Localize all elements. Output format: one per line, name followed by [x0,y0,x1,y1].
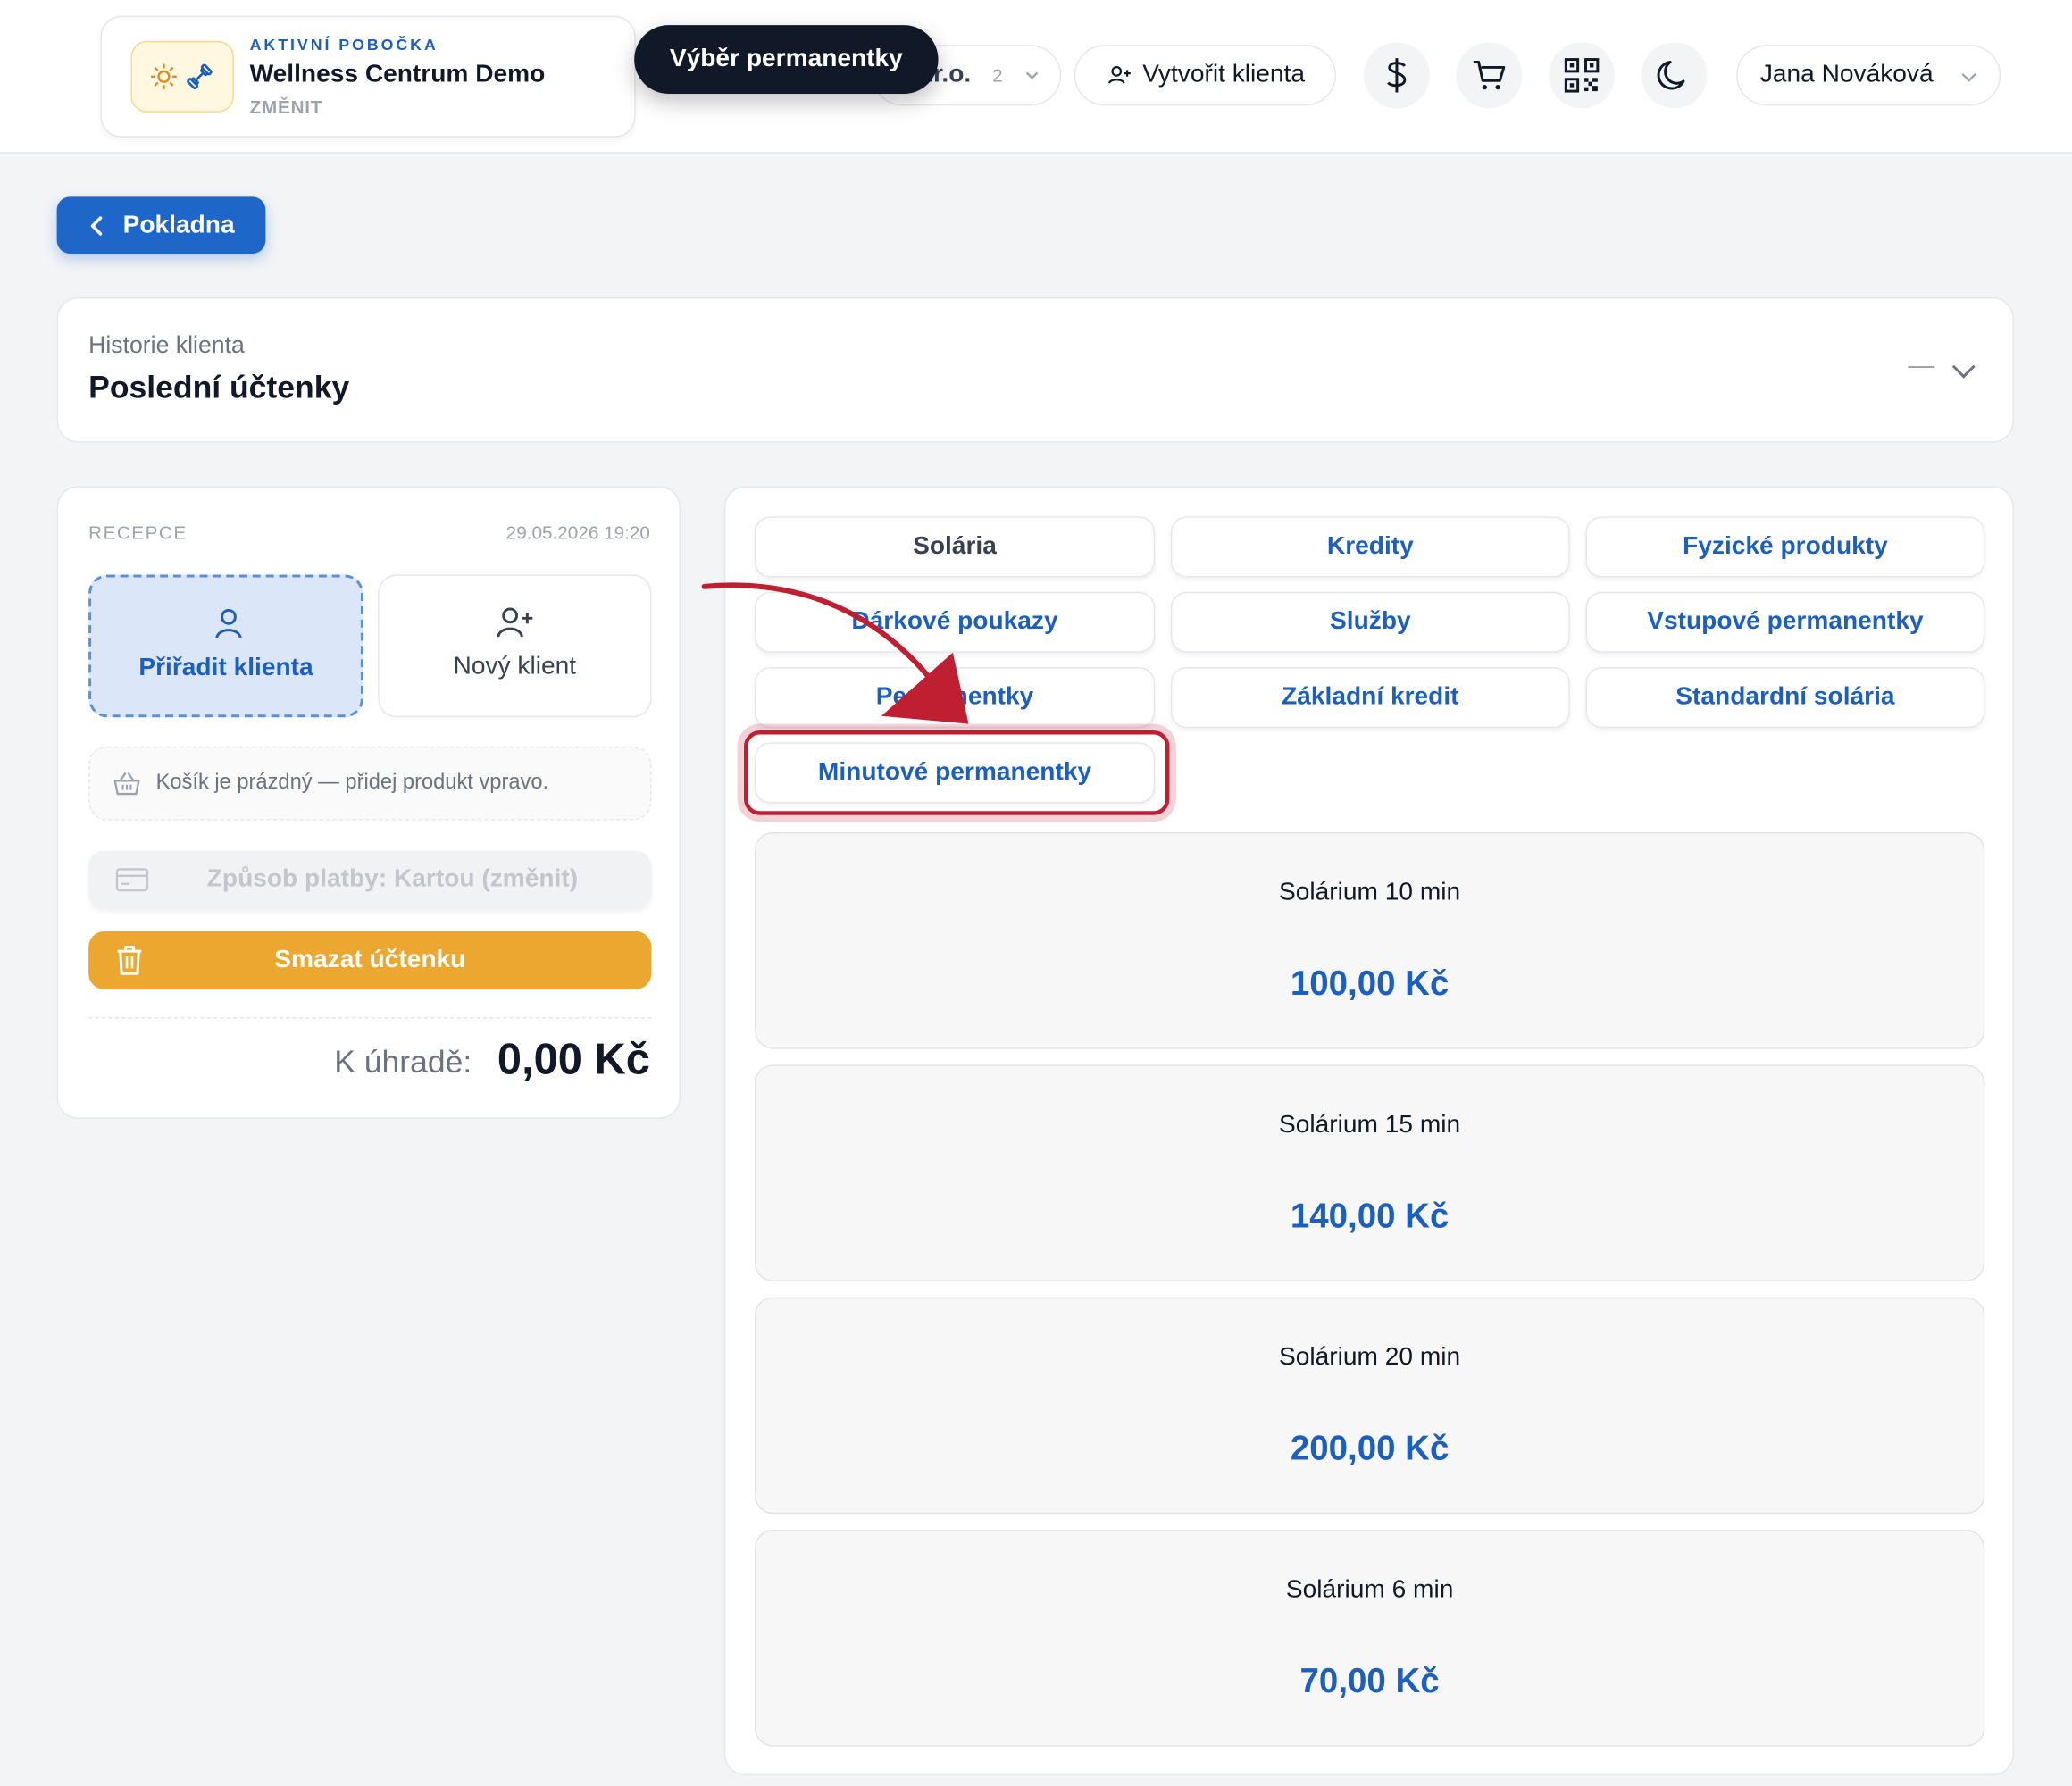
branch-change-link[interactable]: ZMĚNIT [250,96,323,118]
dollar-icon [1387,58,1407,93]
user-plus-icon [1107,66,1131,84]
product-card[interactable]: Solárium 15 min 140,00 Kč [754,1064,1985,1281]
payment-method-button[interactable]: Způsob platby: Kartou (změnit) [88,850,652,909]
currency-button[interactable] [1363,42,1430,109]
history-subtitle: Historie klienta [88,331,245,358]
assign-client-label: Přiřadit klienta [138,654,313,682]
company-count: 2 [992,64,1003,87]
total-value: 0,00 Kč [497,1034,650,1084]
product-name: Solárium 15 min [1279,1111,1461,1139]
tab-sluzby[interactable]: Služby [1170,591,1570,653]
chevron-down-icon[interactable] [1949,356,1978,386]
product-name: Solárium 10 min [1279,878,1461,906]
tab-solaria[interactable]: Solária [754,516,1156,578]
receipt-panel: RECEPCE 29.05.2026 19:20 Přiřadit klient… [56,486,681,1119]
cart-icon [1473,61,1506,90]
divider [88,1017,652,1019]
tab-minutove-permanentky[interactable]: Minutové permanentky [754,742,1156,804]
tab-permanentky[interactable]: Permanentky [754,667,1156,729]
product-price: 200,00 Kč [1290,1428,1450,1468]
delete-receipt-button[interactable]: Smazat účtenku [88,931,652,989]
dumbbell-icon [187,63,213,90]
tab-vstupove-permanentky[interactable]: Vstupové permanentky [1585,591,1985,653]
tab-zakladni-kredit[interactable]: Základní kredit [1170,667,1570,729]
back-button-label: Pokladna [122,210,235,239]
product-card[interactable]: Solárium 6 min 70,00 Kč [754,1530,1985,1747]
chevron-left-icon [90,215,103,235]
product-card[interactable]: Solárium 10 min 100,00 Kč [754,831,1985,1049]
theme-toggle-button[interactable] [1641,42,1708,109]
product-card[interactable]: Solárium 20 min 200,00 Kč [754,1297,1985,1515]
history-title: Poslední účtenky [88,370,350,406]
product-price: 100,00 Kč [1290,963,1450,1003]
empty-cart-notice: Košík je prázdný — přidej produkt vpravo… [88,746,652,821]
delete-receipt-label: Smazat účtenku [274,946,466,974]
qr-code-icon [1564,58,1600,93]
user-plus-icon [497,607,533,638]
catalog-panel: Solária Kredity Fyzické produkty Dárkové… [723,486,2014,1776]
create-client-button[interactable]: Vytvořit klienta [1074,45,1336,106]
tab-standardni-solaria[interactable]: Standardní solária [1585,667,1985,729]
payment-method-label: Způsob platby: Kartou (změnit) [206,864,579,894]
moon-icon [1657,61,1685,90]
tooltip: Výběr permanentky [634,25,939,95]
product-name: Solárium 6 min [1285,1575,1454,1604]
receipt-label: RECEPCE [88,522,188,543]
basket-icon [113,772,140,796]
cart-button[interactable] [1456,42,1523,109]
empty-cart-text: Košík je prázdný — přidej produkt vpravo… [155,771,549,795]
new-client-label: Nový klient [453,652,577,680]
qr-button[interactable] [1549,42,1616,109]
branch-name: Wellness Centrum Demo [249,61,546,89]
user-icon [215,608,242,639]
product-name: Solárium 20 min [1279,1343,1461,1372]
tab-kredity[interactable]: Kredity [1170,516,1570,578]
user-name: Jana Nováková [1759,61,1934,89]
receipt-datetime: 29.05.2026 19:20 [505,522,650,543]
back-button[interactable]: Pokladna [56,196,266,255]
product-price: 140,00 Kč [1290,1195,1450,1236]
client-history-panel[interactable]: Historie klienta Poslední účtenky — [56,296,2014,443]
assign-client-button[interactable]: Přiřadit klienta [88,574,363,718]
product-price: 70,00 Kč [1299,1660,1440,1700]
active-branch-card[interactable]: AKTIVNÍ POBOČKA Wellness Centrum Demo ZM… [100,15,636,138]
branch-logo [130,40,234,113]
total-label: K úhradě: [334,1045,472,1081]
top-bar: AKTIVNÍ POBOČKA Wellness Centrum Demo ZM… [0,0,2072,154]
tab-fyzicke-produkty[interactable]: Fyzické produkty [1585,516,1985,578]
user-menu[interactable]: Jana Nováková [1736,45,2001,106]
history-dash: — [1908,351,1935,381]
sun-icon [150,63,177,90]
new-client-button[interactable]: Nový klient [378,574,652,718]
chevron-down-icon [1025,71,1039,79]
branch-eyebrow: AKTIVNÍ POBOČKA [249,35,439,54]
chevron-down-icon [1961,73,1976,82]
create-client-label: Vytvořit klienta [1142,61,1305,89]
tab-darkove-poukazy[interactable]: Dárkové poukazy [754,591,1156,653]
